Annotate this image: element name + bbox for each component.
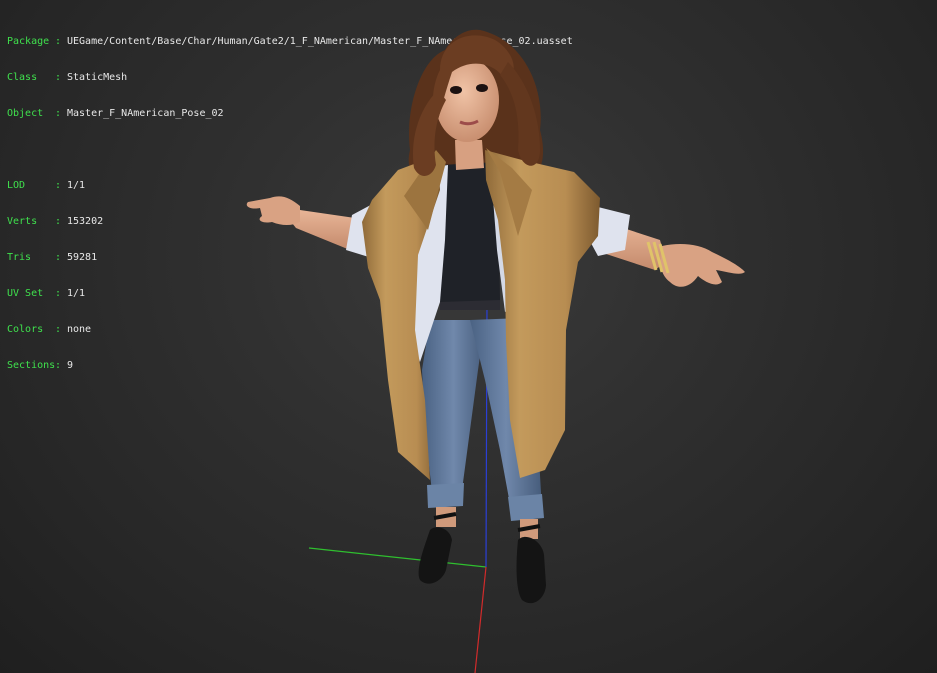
eye-right: [476, 84, 488, 92]
jeans-left-leg: [422, 320, 485, 492]
shoe-right: [516, 536, 546, 604]
jeans-cuff-left: [427, 483, 464, 508]
hand-right: [660, 244, 745, 287]
x-axis-line: [474, 566, 487, 673]
eye-left: [450, 86, 462, 94]
y-axis-line: [308, 547, 487, 568]
character-model[interactable]: [246, 29, 745, 604]
scene-canvas[interactable]: [0, 0, 937, 673]
jeans-cuff-right: [508, 494, 544, 521]
neck: [455, 140, 484, 170]
mesh-viewer-viewport[interactable]: Package: UEGame/Content/Base/Char/Human/G…: [0, 0, 937, 673]
shoe-left: [418, 527, 452, 584]
hand-left: [246, 196, 300, 225]
